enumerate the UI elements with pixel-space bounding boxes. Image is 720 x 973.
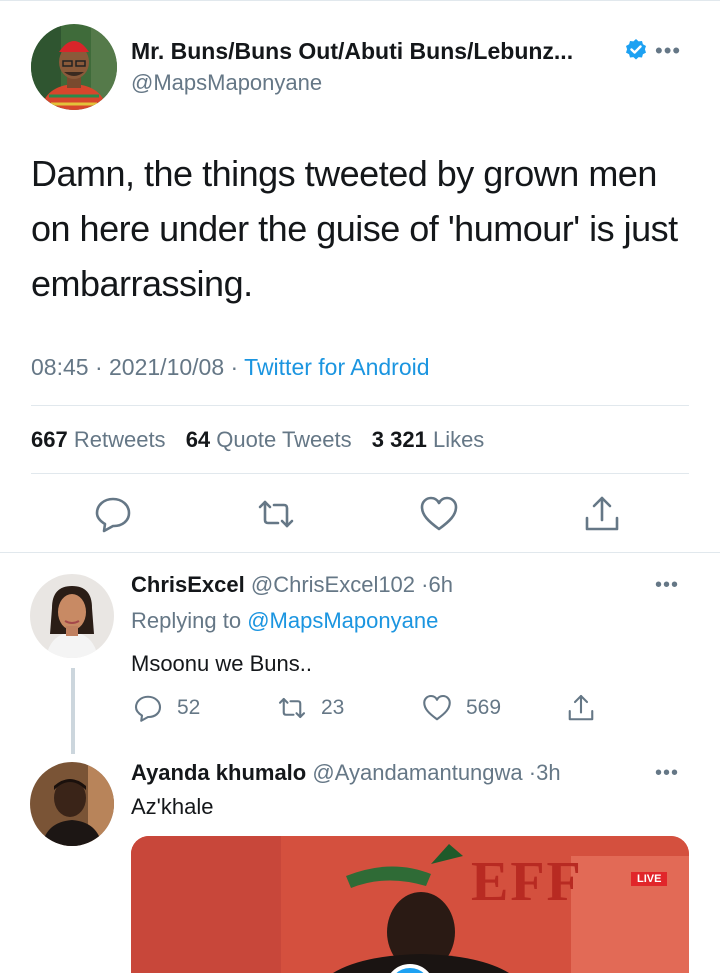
more-icon[interactable]: ••• [655,38,681,64]
more-icon[interactable]: ••• [655,574,679,597]
media-logo-text: EFF [471,851,583,913]
reply-count: 52 [177,696,201,719]
meta-separator: · [94,354,110,380]
tweet-text: Damn, the things tweeted by grown men on… [31,153,678,304]
live-badge: LIVE [631,872,668,886]
tweet-date: 2021/10/08 [109,354,225,380]
verified-badge-icon [624,38,648,62]
reply-time: 6h [428,572,453,597]
meta-separator: · [528,760,537,785]
retweet-icon [278,697,306,719]
reply-icon[interactable] [93,494,133,534]
reply-header: Ayanda khumalo @Ayandamantungwa ·3h [131,760,561,786]
reply-handle[interactable]: @Ayandamantungwa [312,760,522,785]
like-count: 569 [466,696,502,719]
tweet-source-link[interactable]: Twitter for Android [244,354,429,380]
top-divider [0,0,720,1]
reply-display-name[interactable]: ChrisExcel [131,572,245,597]
meta-separator: · [421,572,429,597]
retweets-stat[interactable]: 667 Retweets [31,427,166,452]
reply-display-name[interactable]: Ayanda khumalo [131,760,306,785]
more-icon[interactable]: ••• [655,762,679,785]
divider [31,473,689,474]
mention-link[interactable]: @MapsMaponyane [247,608,438,633]
like-icon [423,694,451,721]
author-display-name[interactable]: Mr. Buns/Buns Out/Abuti Buns/Lebunz... [131,38,573,65]
like-icon[interactable] [419,494,459,534]
author-handle[interactable]: @MapsMaponyane [131,70,322,96]
tweet-meta: 08:45 · 2021/10/08 · Twitter for Android [31,354,430,381]
share-icon [568,694,594,721]
thread-line [71,668,75,754]
reply-avatar[interactable] [30,762,114,846]
author-avatar[interactable] [31,24,117,110]
reply-text: Az'khale [131,794,214,819]
reply-header: ChrisExcel @ChrisExcel102 ·6h [131,572,453,598]
retweet-count: 23 [321,696,345,719]
reply-time: 3h [536,760,561,785]
media-video[interactable]: EFF LIVE [131,836,689,973]
share-button[interactable] [566,693,610,723]
divider [31,405,689,406]
retweet-button[interactable]: 23 [277,693,344,723]
reply-text: Msoonu we Buns.. [131,651,312,676]
reply-avatar[interactable] [30,574,114,658]
quote-tweets-stat[interactable]: 64 Quote Tweets [186,427,352,452]
likes-stat[interactable]: 3 321 Likes [372,427,485,452]
divider [0,552,720,553]
reply-icon [134,695,162,722]
like-button[interactable]: 569 [422,693,501,723]
tweet-stats: 667 Retweets 64 Quote Tweets 3 321 Likes [31,427,484,453]
share-icon[interactable] [582,494,622,534]
reply-button[interactable]: 52 [133,693,200,723]
tweet-time: 08:45 [31,354,89,380]
retweet-icon[interactable] [256,494,296,534]
reply-handle[interactable]: @ChrisExcel102 [251,572,415,597]
meta-separator: · [230,354,245,380]
replying-to: Replying to @MapsMaponyane [131,608,439,633]
